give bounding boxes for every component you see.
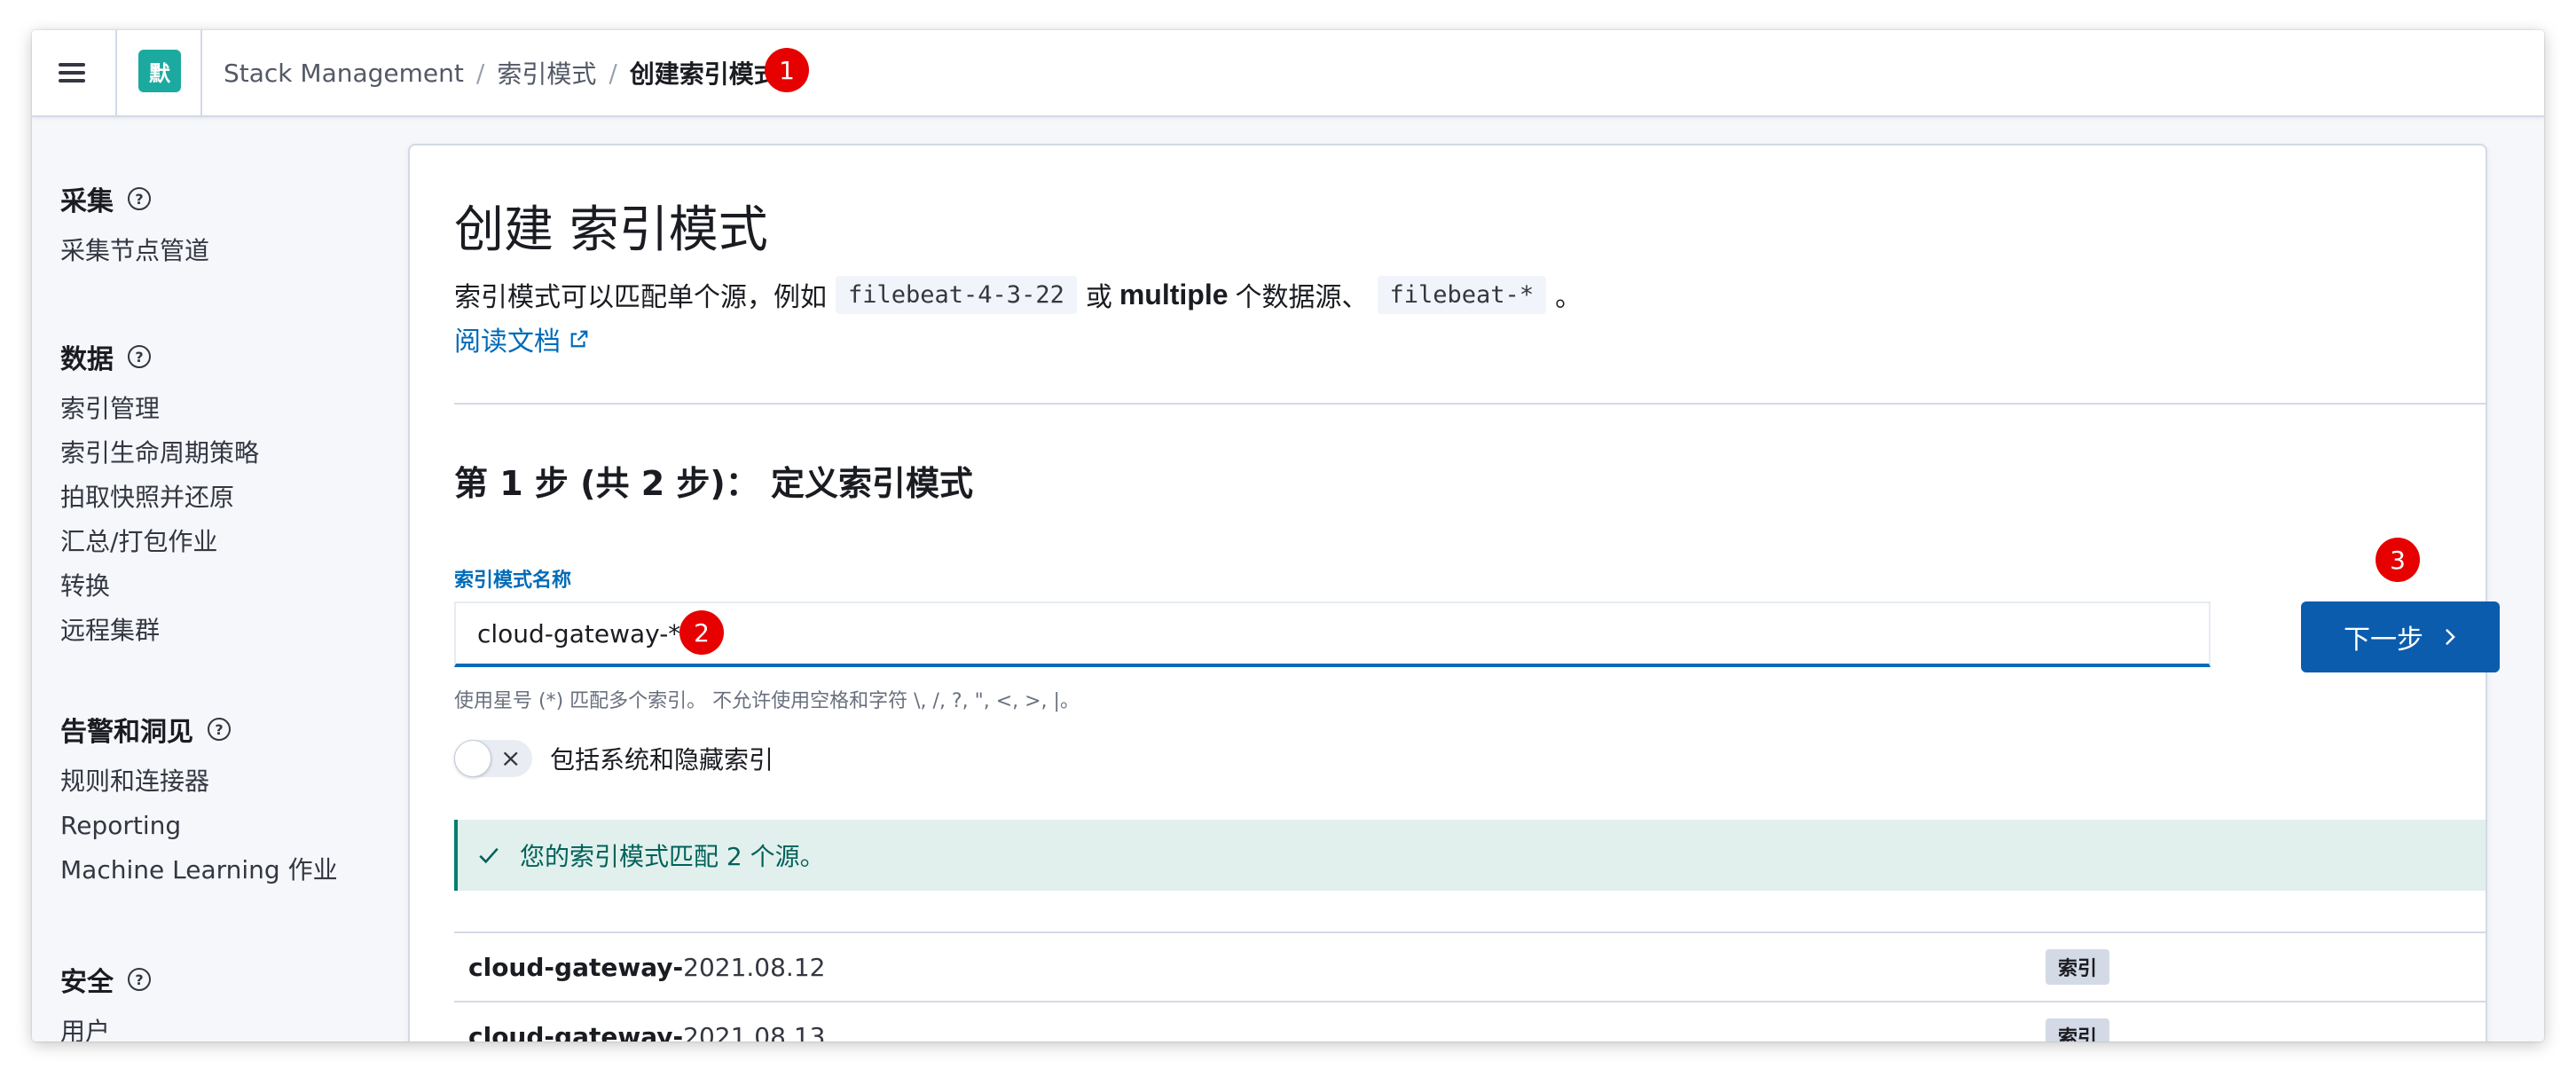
match-success-callout: 您的索引模式匹配 2 个源。 bbox=[454, 820, 2486, 891]
include-system-indices-row: × 包括系统和隐藏索引 bbox=[454, 740, 774, 777]
read-docs-label: 阅读文档 bbox=[454, 326, 561, 358]
code-example-single: filebeat-4-3-22 bbox=[836, 275, 1077, 314]
sidebar-nav: 采集? 采集节点管道 数据? 索引管理 索引生命周期策略 拍取快照并还原 汇总/… bbox=[32, 117, 404, 1042]
annotation-marker-3: 3 bbox=[2376, 538, 2420, 582]
index-name-rest: 2021.08.13 bbox=[683, 1021, 826, 1042]
sidebar-item-reporting[interactable]: Reporting bbox=[60, 804, 338, 848]
read-docs-link[interactable]: 阅读文档 bbox=[454, 319, 589, 358]
help-icon[interactable]: ? bbox=[128, 968, 151, 991]
space-avatar[interactable]: 默 bbox=[138, 50, 181, 92]
breadcrumb-stack-management[interactable]: Stack Management bbox=[224, 59, 464, 88]
create-index-pattern-panel: 创建 索引模式 索引模式可以匹配单个源，例如 filebeat-4-3-22 或… bbox=[408, 144, 2500, 1042]
breadcrumb-separator: / bbox=[475, 58, 485, 88]
sidebar-group-title: 安全 bbox=[60, 967, 114, 998]
annotation-marker-2: 2 bbox=[679, 610, 724, 655]
toggle-knob bbox=[454, 740, 491, 777]
description-text: 或 bbox=[1085, 282, 1112, 313]
breadcrumb-index-patterns[interactable]: 索引模式 bbox=[497, 55, 596, 90]
index-name: cloud-gateway-2021.08.13 bbox=[468, 1022, 825, 1042]
help-icon[interactable]: ? bbox=[128, 345, 151, 368]
sidebar-group-title: 告警和洞见 bbox=[60, 717, 193, 748]
check-icon bbox=[479, 847, 499, 864]
sidebar-group-title: 数据 bbox=[60, 344, 114, 375]
sidebar-group-security: 安全? 用户 角色 bbox=[60, 960, 151, 1042]
sidebar-item-ilm-policies[interactable]: 索引生命周期策略 bbox=[60, 431, 259, 476]
table-row: cloud-gateway-2021.08.12 索引 bbox=[454, 932, 2486, 1001]
sidebar-item-ml-jobs[interactable]: Machine Learning 作业 bbox=[60, 848, 338, 892]
sidebar-item-rollup-jobs[interactable]: 汇总/打包作业 bbox=[60, 520, 259, 564]
annotation-marker-1: 1 bbox=[765, 48, 809, 92]
sidebar-item-rules-connectors[interactable]: 规则和连接器 bbox=[60, 759, 338, 804]
table-row: cloud-gateway-2021.08.13 索引 bbox=[454, 1001, 2486, 1042]
sidebar-group-alerts: 告警和洞见? 规则和连接器 Reporting Machine Learning… bbox=[60, 710, 338, 892]
help-icon[interactable]: ? bbox=[208, 718, 231, 741]
sidebar-item-index-management[interactable]: 索引管理 bbox=[60, 387, 259, 431]
index-name: cloud-gateway-2021.08.12 bbox=[468, 953, 825, 982]
sidebar-group-ingest: 采集? 采集节点管道 bbox=[60, 179, 209, 273]
external-link-icon bbox=[570, 330, 588, 348]
toggle-label: 包括系统和隐藏索引 bbox=[550, 745, 774, 774]
sidebar-item-remote-clusters[interactable]: 远程集群 bbox=[60, 609, 259, 653]
matched-indices-table: cloud-gateway-2021.08.12 索引 cloud-gatewa… bbox=[454, 932, 2486, 1042]
description-bold: multiple bbox=[1119, 278, 1229, 311]
step-title: 第 1 步 (共 2 步)： 定义索引模式 bbox=[454, 464, 973, 503]
index-name-match: cloud-gateway- bbox=[468, 952, 684, 982]
callout-text: 您的索引模式匹配 2 个源。 bbox=[520, 842, 825, 871]
header-divider bbox=[200, 30, 202, 115]
sidebar-item-ingest-pipelines[interactable]: 采集节点管道 bbox=[60, 229, 209, 273]
index-name-match: cloud-gateway- bbox=[468, 1021, 684, 1042]
divider bbox=[454, 403, 2486, 405]
app-window: 默 Stack Management / 索引模式 / 创建索引模式 1 采集?… bbox=[32, 30, 2544, 1042]
input-help-text: 使用星号 (*) 匹配多个索引。 不允许使用空格和字符 \, /, ?, ", … bbox=[454, 690, 1080, 712]
description-text: 个数据源、 bbox=[1235, 282, 1369, 313]
sidebar-item-users[interactable]: 用户 bbox=[60, 1010, 151, 1042]
description-text: 。 bbox=[1555, 282, 1583, 313]
header-divider bbox=[115, 30, 117, 115]
index-name-rest: 2021.08.12 bbox=[683, 952, 826, 982]
next-step-label: 下一步 bbox=[2344, 625, 2423, 656]
sidebar-item-snapshot-restore[interactable]: 拍取快照并还原 bbox=[60, 476, 259, 520]
sidebar-group-title: 采集 bbox=[60, 186, 114, 217]
top-header: 默 Stack Management / 索引模式 / 创建索引模式 1 bbox=[32, 30, 2544, 117]
code-example-multiple: filebeat-* bbox=[1377, 275, 1547, 314]
description-text: 索引模式可以匹配单个源，例如 bbox=[454, 282, 827, 313]
hamburger-menu-icon[interactable] bbox=[50, 51, 92, 94]
page-description: 索引模式可以匹配单个源，例如 filebeat-4-3-22 或 multipl… bbox=[454, 275, 1582, 314]
breadcrumb-create-index-pattern: 创建索引模式 bbox=[629, 59, 779, 89]
index-pattern-name-label: 索引模式名称 bbox=[454, 570, 572, 592]
breadcrumb: Stack Management / 索引模式 / 创建索引模式 bbox=[224, 30, 779, 115]
index-type-badge: 索引 bbox=[2046, 949, 2110, 985]
page-title: 创建 索引模式 bbox=[454, 201, 768, 259]
close-icon: × bbox=[500, 743, 522, 773]
sidebar-item-transforms[interactable]: 转换 bbox=[60, 564, 259, 609]
next-step-button[interactable]: 下一步 bbox=[2301, 601, 2500, 672]
breadcrumb-separator: / bbox=[609, 58, 617, 88]
sidebar-group-data: 数据? 索引管理 索引生命周期策略 拍取快照并还原 汇总/打包作业 转换 远程集… bbox=[60, 337, 259, 653]
index-type-badge: 索引 bbox=[2046, 1018, 2110, 1042]
help-icon[interactable]: ? bbox=[128, 187, 151, 210]
include-system-indices-toggle[interactable]: × bbox=[454, 740, 532, 777]
chevron-right-icon bbox=[2445, 628, 2455, 646]
